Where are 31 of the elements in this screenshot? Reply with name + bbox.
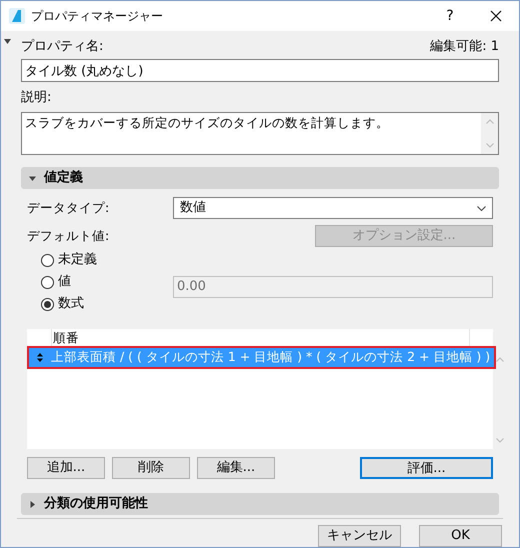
description-field[interactable]: スラブをカバーする所定のサイズのタイルの数を計算します。: [21, 112, 499, 155]
caret-right-icon: [29, 500, 36, 508]
radio-button[interactable]: [41, 298, 54, 310]
action-button[interactable]: 追加...: [27, 457, 105, 479]
field-label: プロパティ名:: [21, 38, 104, 56]
radio-label: 値: [58, 273, 71, 292]
dialog-button[interactable]: キャンセル: [318, 525, 401, 547]
name-field[interactable]: タイル数 (丸めなし): [21, 59, 499, 82]
field-label: データタイプ:: [27, 198, 110, 217]
action-button[interactable]: 編集...: [197, 457, 275, 479]
chevron-down-icon: [477, 206, 486, 210]
action-button[interactable]: 削除: [112, 457, 190, 479]
sort-icon[interactable]: [37, 353, 43, 362]
data-type-dropdown[interactable]: 数値: [173, 197, 493, 219]
help-button[interactable]: ?: [427, 1, 473, 31]
caret-down-icon: [29, 174, 36, 182]
dialog-button[interactable]: OK: [419, 525, 502, 547]
radio-button[interactable]: [41, 254, 54, 266]
field-label: デフォルト値:: [27, 226, 110, 245]
close-icon: [490, 10, 502, 22]
edit-count: 編集可能: 1: [430, 38, 499, 56]
radio-label: 数式: [58, 295, 84, 314]
radio-label: 未定義: [58, 251, 97, 270]
field-label: 説明:: [21, 89, 52, 108]
section-header[interactable]: 分類の使用可能性: [21, 493, 499, 515]
action-button[interactable]: 評価...: [360, 457, 493, 479]
app-logo-icon: [9, 8, 25, 24]
radio-button[interactable]: [41, 276, 54, 288]
window-title: プロパティマネージャー: [31, 8, 163, 25]
caret-down-icon[interactable]: [4, 39, 11, 44]
section-header[interactable]: 値定義: [21, 167, 499, 189]
